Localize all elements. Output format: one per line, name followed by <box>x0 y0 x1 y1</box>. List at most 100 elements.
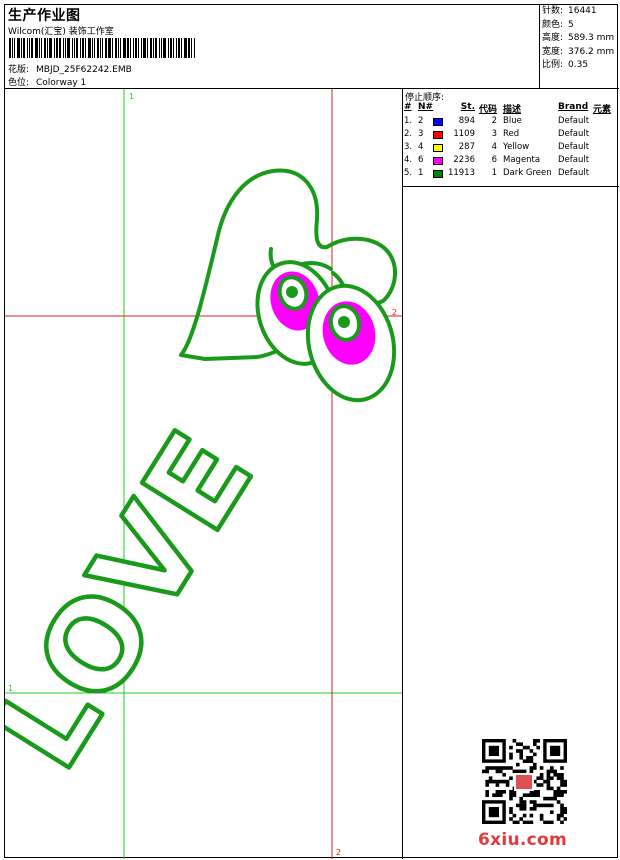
row-stitches: 287 <box>458 142 475 152</box>
barcode-bar <box>173 38 174 58</box>
qr-module <box>563 817 567 821</box>
col-header-hash: # <box>404 102 412 112</box>
color-swatch <box>433 170 443 178</box>
barcode-bar <box>27 38 28 58</box>
barcode-bar <box>63 38 64 58</box>
qr-module <box>505 766 510 770</box>
qr-module <box>546 803 551 808</box>
qr-module <box>550 769 554 774</box>
qr-module <box>550 776 554 780</box>
col-header-stitches: St. <box>460 102 475 112</box>
qr-module <box>560 776 564 780</box>
qr-module <box>533 807 537 811</box>
qr-module <box>502 773 506 777</box>
qr-module <box>546 779 551 784</box>
barcode-bar <box>29 38 30 58</box>
barcode-bar <box>176 38 177 58</box>
qr-module <box>522 793 527 797</box>
barcode-bar <box>92 38 93 58</box>
barcode-bar <box>14 38 15 58</box>
row-desc: Red <box>503 129 520 139</box>
page-title: 生产作业图 <box>8 8 81 24</box>
qr-module <box>516 769 520 774</box>
row-index: 2. <box>404 129 413 139</box>
qr-module <box>529 766 534 770</box>
qr-module <box>492 793 496 797</box>
qr-module <box>560 803 564 808</box>
qr-module <box>485 769 489 774</box>
barcode-bar <box>17 38 20 58</box>
design-stats: 针数: 16441 颜色: 5 高度: 589.3 mm 宽度: 376.2 mm 比例… <box>540 5 619 89</box>
barcode-bar <box>102 38 103 58</box>
barcode-bar <box>72 38 73 58</box>
qr-module <box>499 779 503 784</box>
design-preview: 1 1 2 2 LOVE <box>5 89 403 859</box>
qr-module <box>539 773 544 777</box>
qr-module <box>529 813 534 818</box>
qr-module <box>482 769 486 774</box>
row-brand: Default <box>558 116 590 126</box>
qr-module <box>553 790 557 794</box>
qr-module <box>522 769 527 774</box>
barcode-bar <box>56 38 58 58</box>
row-stitches: 11913 <box>447 168 475 178</box>
qr-module <box>529 749 534 753</box>
row-brand: Default <box>558 155 590 165</box>
qr-module <box>509 796 513 801</box>
barcode-bar <box>59 38 61 58</box>
barcode-bar <box>123 38 126 58</box>
color-swatch <box>433 118 443 126</box>
stat-label: 宽度: <box>542 46 564 57</box>
qr-module <box>556 790 561 794</box>
qr-module <box>546 769 551 774</box>
qr-module <box>516 742 520 746</box>
qr-module <box>519 756 523 760</box>
qr-module <box>522 803 527 808</box>
qr-module <box>550 796 554 801</box>
qr-module <box>560 790 564 794</box>
row-index: 3. <box>404 142 413 152</box>
qr-module <box>546 796 551 801</box>
qr-module <box>519 803 523 808</box>
qr-module <box>560 793 564 797</box>
barcode-bar <box>105 38 107 58</box>
qr-module <box>533 742 537 746</box>
barcode-bar <box>138 38 139 58</box>
row-code: 1 <box>491 168 497 178</box>
stat-label: 高度: <box>542 33 564 43</box>
design-file-label: 花版: <box>8 65 30 75</box>
qr-module <box>560 813 564 818</box>
embroidery-artwork: 1 1 2 2 LOVE <box>5 89 402 859</box>
qr-module <box>533 793 537 797</box>
qr-module <box>550 810 554 814</box>
barcode-bar <box>80 38 81 58</box>
barcode-bar <box>76 38 78 58</box>
barcode-bar <box>115 38 117 58</box>
qr-module <box>495 783 500 787</box>
row-code: 4 <box>491 142 497 152</box>
col-header-brand: Brand <box>558 102 589 112</box>
qr-module <box>502 779 506 784</box>
barcode-bar <box>130 38 131 58</box>
qr-module <box>533 766 537 770</box>
col-header-element: 元素 <box>593 105 612 115</box>
company-name: Wilcom(汇宝) 装饰工作室 <box>8 27 114 37</box>
qr-module <box>539 803 544 808</box>
barcode-bar <box>153 38 154 58</box>
row-index: 4. <box>404 155 413 165</box>
guide-label-v2: 2 <box>336 848 341 857</box>
sequence-row: 4. 6 2236 6 Magenta Default <box>403 155 619 168</box>
qr-module <box>563 790 567 794</box>
barcode-bar <box>31 38 33 58</box>
qr-module <box>543 820 547 824</box>
qr-module <box>505 779 510 784</box>
qr-module <box>509 790 513 794</box>
qr-module <box>519 807 523 811</box>
qr-module <box>543 796 547 801</box>
qr-module <box>512 739 517 743</box>
qr-module <box>560 807 564 811</box>
qr-module <box>536 790 540 794</box>
stop-sequence-header: # N# St. 代码 描述 Brand 元素 <box>403 102 619 115</box>
qr-module <box>533 800 537 804</box>
qr-module <box>550 820 554 824</box>
